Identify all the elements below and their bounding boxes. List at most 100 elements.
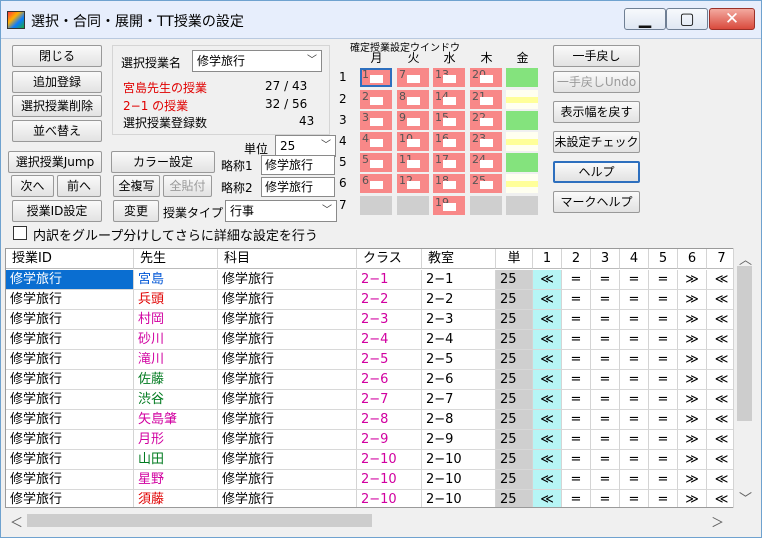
- table-cell[interactable]: 2−4: [422, 330, 496, 350]
- table-cell[interactable]: =: [591, 330, 620, 350]
- table-cell[interactable]: =: [620, 370, 649, 390]
- table-cell[interactable]: 2−9: [357, 430, 422, 450]
- table-cell[interactable]: 山田: [134, 450, 218, 470]
- table-cell[interactable]: 25: [496, 390, 533, 410]
- table-cell[interactable]: =: [620, 430, 649, 450]
- table-cell[interactable]: 修学旅行: [6, 310, 134, 330]
- table-cell[interactable]: 修学旅行: [6, 430, 134, 450]
- table-cell[interactable]: 村岡: [134, 310, 218, 330]
- schedule-slot[interactable]: 10: [397, 132, 429, 151]
- table-cell[interactable]: 修学旅行: [218, 450, 357, 470]
- table-cell[interactable]: 25: [496, 450, 533, 470]
- table-cell[interactable]: ≪: [533, 410, 562, 430]
- table-cell[interactable]: =: [649, 290, 678, 310]
- column-header[interactable]: 5: [649, 249, 678, 269]
- schedule-slot[interactable]: [397, 196, 429, 215]
- table-cell[interactable]: 修学旅行: [6, 350, 134, 370]
- table-cell[interactable]: 砂川: [134, 330, 218, 350]
- table-cell[interactable]: =: [620, 410, 649, 430]
- table-cell[interactable]: 2−8: [357, 410, 422, 430]
- help-button[interactable]: ヘルプ: [553, 161, 640, 183]
- table-cell[interactable]: 星野: [134, 470, 218, 490]
- table-cell[interactable]: 修学旅行: [6, 490, 134, 507]
- table-cell[interactable]: ≫: [678, 450, 707, 470]
- table-cell[interactable]: ≪: [533, 370, 562, 390]
- schedule-slot[interactable]: 15: [433, 111, 465, 130]
- mark-help-button[interactable]: マークヘルプ: [553, 191, 640, 213]
- table-cell[interactable]: 2−5: [422, 350, 496, 370]
- table-cell[interactable]: =: [620, 270, 649, 290]
- schedule-slot[interactable]: 25: [470, 174, 502, 193]
- table-cell[interactable]: 須藤: [134, 490, 218, 507]
- table-cell[interactable]: 2−10: [357, 490, 422, 507]
- table-cell[interactable]: 修学旅行: [218, 430, 357, 450]
- column-header[interactable]: 授業ID: [6, 249, 134, 269]
- table-cell[interactable]: 修学旅行: [218, 310, 357, 330]
- table-cell[interactable]: 2−10: [357, 450, 422, 470]
- table-cell[interactable]: ≪: [533, 290, 562, 310]
- horizontal-scrollbar[interactable]: ＜ ＞: [5, 511, 733, 531]
- schedule-slot[interactable]: 6: [360, 174, 392, 193]
- table-cell[interactable]: 修学旅行: [6, 410, 134, 430]
- table-cell[interactable]: 修学旅行: [6, 470, 134, 490]
- table-cell[interactable]: ≪: [533, 470, 562, 490]
- close-button[interactable]: 閉じる: [12, 45, 102, 67]
- table-cell[interactable]: ≪: [533, 390, 562, 410]
- schedule-slot[interactable]: 12: [397, 174, 429, 193]
- vertical-scroll-thumb[interactable]: [737, 266, 752, 421]
- schedule-slot[interactable]: 4: [360, 132, 392, 151]
- schedule-slot[interactable]: 18: [433, 174, 465, 193]
- schedule-slot[interactable]: 8: [397, 90, 429, 109]
- add-register-button[interactable]: 追加登録: [12, 71, 102, 93]
- table-cell[interactable]: 25: [496, 330, 533, 350]
- reset-width-button[interactable]: 表示幅を戻す: [553, 101, 640, 123]
- column-header[interactable]: 教室: [422, 249, 496, 269]
- table-cell[interactable]: =: [649, 270, 678, 290]
- table-cell[interactable]: 25: [496, 270, 533, 290]
- table-cell[interactable]: =: [591, 470, 620, 490]
- table-cell[interactable]: =: [591, 490, 620, 507]
- table-cell[interactable]: =: [562, 370, 591, 390]
- table-cell[interactable]: ≫: [678, 410, 707, 430]
- table-cell[interactable]: 25: [496, 350, 533, 370]
- table-cell[interactable]: 修学旅行: [6, 270, 134, 290]
- table-cell[interactable]: =: [649, 430, 678, 450]
- undo-redo-button[interactable]: 一手戻しUndo: [553, 71, 640, 93]
- table-cell[interactable]: ≪: [533, 450, 562, 470]
- table-cell[interactable]: ≫: [678, 370, 707, 390]
- table-cell[interactable]: =: [620, 330, 649, 350]
- column-header[interactable]: 6: [678, 249, 707, 269]
- schedule-slot[interactable]: 17: [433, 153, 465, 172]
- schedule-slot[interactable]: 24: [470, 153, 502, 172]
- table-cell[interactable]: =: [562, 350, 591, 370]
- table-cell[interactable]: =: [562, 270, 591, 290]
- scroll-down-icon[interactable]: ﹀: [739, 488, 752, 507]
- table-cell[interactable]: 2−8: [422, 410, 496, 430]
- table-cell[interactable]: =: [591, 370, 620, 390]
- table-cell[interactable]: 2−6: [357, 370, 422, 390]
- table-cell[interactable]: 修学旅行: [218, 290, 357, 310]
- column-header[interactable]: クラス: [357, 249, 422, 269]
- table-cell[interactable]: ≫: [678, 470, 707, 490]
- schedule-slot[interactable]: 1: [360, 68, 392, 87]
- table-cell[interactable]: =: [649, 410, 678, 430]
- table-cell[interactable]: 渋谷: [134, 390, 218, 410]
- table-cell[interactable]: 2−1: [357, 270, 422, 290]
- table-cell[interactable]: 修学旅行: [6, 390, 134, 410]
- column-header[interactable]: 1: [533, 249, 562, 269]
- table-cell[interactable]: =: [649, 450, 678, 470]
- table-cell[interactable]: 修学旅行: [218, 330, 357, 350]
- group-detail-checkbox[interactable]: [13, 226, 27, 240]
- table-cell[interactable]: 修学旅行: [218, 350, 357, 370]
- abbr1-input[interactable]: 修学旅行: [261, 155, 335, 175]
- table-cell[interactable]: 修学旅行: [6, 450, 134, 470]
- table-cell[interactable]: =: [562, 390, 591, 410]
- table-cell[interactable]: ≪: [533, 490, 562, 507]
- table-cell[interactable]: =: [591, 450, 620, 470]
- table-cell[interactable]: 修学旅行: [6, 290, 134, 310]
- table-cell[interactable]: ≫: [678, 490, 707, 507]
- schedule-slot[interactable]: [506, 111, 538, 130]
- column-header[interactable]: 先生: [134, 249, 218, 269]
- table-cell[interactable]: 修学旅行: [218, 410, 357, 430]
- table-cell[interactable]: ≫: [678, 350, 707, 370]
